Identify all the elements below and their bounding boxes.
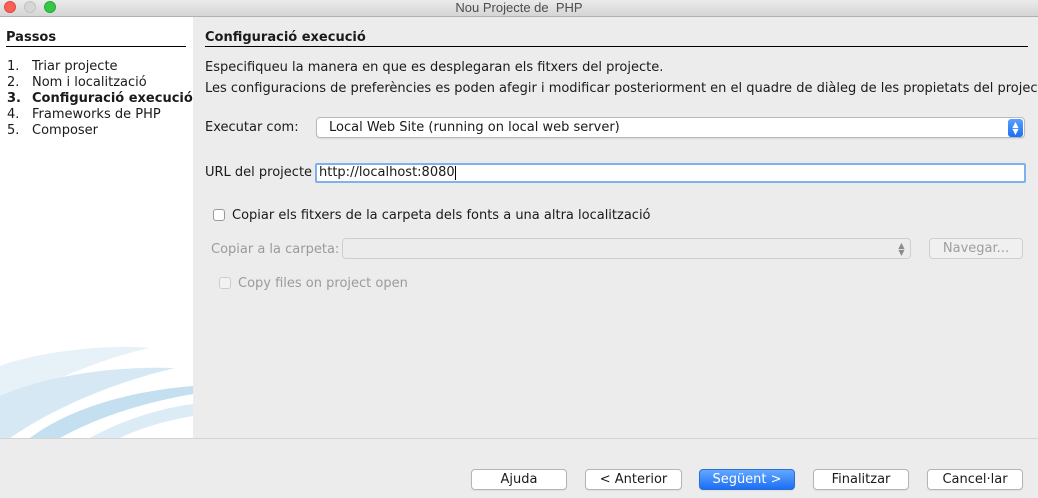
- window-title: Nou Projecte de PHP: [455, 0, 583, 15]
- step-item: 1. Triar projecte: [7, 59, 193, 75]
- step-item: 2. Nom i localització: [7, 75, 193, 91]
- copy-on-open-checkbox[interactable]: [219, 277, 231, 289]
- step-number: 2.: [7, 75, 20, 90]
- step-item: 4. Frameworks de PHP: [7, 107, 193, 123]
- run-as-label: Executar com:: [205, 120, 299, 135]
- cancel-button[interactable]: Cancel·lar: [927, 469, 1023, 490]
- project-url-value: http://localhost:8080: [319, 165, 455, 180]
- copy-to-label: Copiar a la carpeta:: [211, 242, 340, 257]
- step-label: Frameworks de PHP: [32, 107, 161, 122]
- panel-heading: Configuració execució: [205, 30, 1028, 47]
- description-line-1: Especifiqueu la manera en que es despleg…: [205, 60, 664, 75]
- steps-sidebar: Passos 1. Triar projecte 2. Nom i localitz…: [0, 17, 193, 438]
- back-button[interactable]: < Anterior: [585, 469, 682, 490]
- url-label: URL del projecte: [205, 165, 313, 180]
- copy-on-open-label[interactable]: Copy files on project open: [238, 276, 408, 291]
- configuration-panel: Configuració execució Especifiqueu la ma…: [193, 17, 1038, 438]
- footer-separator: [0, 438, 1038, 439]
- netbeans-swoosh-graphic: [0, 346, 193, 438]
- next-button[interactable]: Següent >: [699, 469, 795, 490]
- step-label: Triar projecte: [32, 59, 118, 74]
- step-item-current: 3. Configuració execució: [7, 91, 193, 107]
- title-bar: Nou Projecte de PHP: [0, 0, 1038, 17]
- updown-chevron-icon: ▲ ▼: [898, 241, 905, 257]
- steps-heading: Passos: [6, 30, 186, 47]
- copy-files-label[interactable]: Copiar els fitxers de la carpeta dels fo…: [232, 208, 651, 223]
- finish-button[interactable]: Finalitzar: [813, 469, 909, 490]
- step-number: 5.: [7, 123, 20, 138]
- step-label: Composer: [32, 123, 99, 138]
- steps-list: 1. Triar projecte 2. Nom i localització 3.…: [7, 59, 193, 139]
- copy-files-checkbox[interactable]: [213, 209, 225, 221]
- step-label: Configuració execució: [32, 91, 193, 106]
- description-line-2: Les configuracions de preferències es po…: [205, 81, 1038, 96]
- updown-chevron-icon: ▲ ▼: [1008, 119, 1023, 137]
- step-item: 5. Composer: [7, 123, 193, 139]
- step-number: 4.: [7, 107, 20, 122]
- step-number: 1.: [7, 59, 20, 74]
- project-url-input[interactable]: http://localhost:8080: [315, 163, 1026, 183]
- copy-to-folder-select[interactable]: ▲ ▼: [342, 238, 911, 259]
- help-button[interactable]: Ajuda: [471, 469, 567, 490]
- run-as-selected-value: Local Web Site (running on local web ser…: [329, 120, 620, 135]
- step-label: Nom i localització: [32, 75, 147, 90]
- step-number: 3.: [7, 91, 21, 106]
- run-as-select[interactable]: Local Web Site (running on local web ser…: [316, 117, 1025, 138]
- browse-button[interactable]: Navegar...: [929, 238, 1023, 259]
- text-cursor: [454, 165, 456, 180]
